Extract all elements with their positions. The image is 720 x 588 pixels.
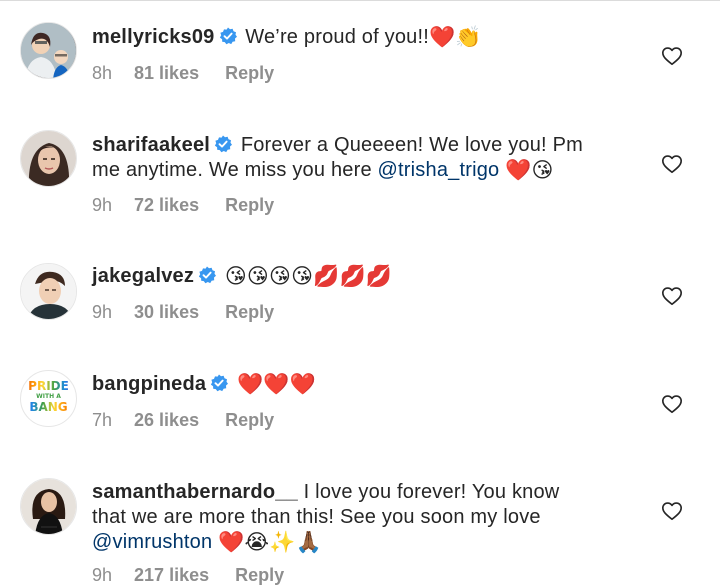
comment-likes[interactable]: 26 likes bbox=[134, 410, 199, 431]
top-divider bbox=[0, 0, 720, 5]
mention-link[interactable]: @vimrushton bbox=[92, 531, 212, 553]
comment-likes[interactable]: 81 likes bbox=[134, 63, 199, 84]
comment-meta: 8h 81 likes Reply bbox=[92, 63, 274, 84]
like-heart-icon[interactable] bbox=[661, 393, 683, 415]
like-heart-icon[interactable] bbox=[661, 45, 683, 67]
emoji-group: ❤️❤️❤️ bbox=[237, 373, 317, 396]
avatar[interactable] bbox=[20, 130, 77, 187]
comment-meta: 9h 30 likes Reply bbox=[92, 302, 274, 323]
verified-badge-icon bbox=[214, 135, 233, 153]
reply-button[interactable]: Reply bbox=[225, 302, 274, 323]
logo-text: PRIDE bbox=[21, 380, 76, 392]
emoji-group: ❤️😭✨🙏🏾 bbox=[218, 531, 322, 554]
comment-time: 9h bbox=[92, 565, 113, 585]
emoji-group: ❤️👏 bbox=[429, 26, 482, 49]
emoji-group: 😘😘😘😘💋💋💋 bbox=[224, 265, 393, 288]
comment-username[interactable]: jakegalvez bbox=[92, 265, 194, 287]
comment-meta: 7h 26 likes Reply bbox=[92, 410, 274, 431]
comment-username[interactable]: mellyricks09 bbox=[92, 26, 215, 48]
comment-text: I love you forever! You know bbox=[303, 481, 560, 503]
comment-body: jakegalvez 😘😘😘😘💋💋💋 bbox=[92, 264, 632, 289]
comment-likes[interactable]: 30 likes bbox=[134, 302, 199, 323]
comment-username[interactable]: sharifaakeel bbox=[92, 134, 210, 156]
verified-badge-icon bbox=[210, 374, 229, 392]
comment-time: 9h bbox=[92, 302, 113, 322]
mention-link[interactable]: @trisha_trigo bbox=[378, 159, 500, 181]
comment-username[interactable]: samanthabernardo__ bbox=[92, 481, 298, 503]
like-heart-icon[interactable] bbox=[661, 285, 683, 307]
avatar[interactable] bbox=[20, 478, 77, 535]
like-heart-icon[interactable] bbox=[661, 153, 683, 175]
avatar-photo-icon bbox=[21, 479, 76, 534]
avatar[interactable] bbox=[20, 22, 77, 79]
reply-button[interactable]: Reply bbox=[225, 410, 274, 431]
comment-meta: 9h 217 likes Reply bbox=[92, 565, 284, 586]
verified-badge-icon bbox=[198, 266, 217, 284]
comment-username[interactable]: bangpineda bbox=[92, 373, 206, 395]
comment-text: that we are more than this! See you soon… bbox=[92, 506, 541, 528]
avatar-photo-icon bbox=[21, 23, 76, 78]
comment-body: sharifaakeel Forever a Queeeen! We love … bbox=[92, 133, 632, 183]
avatar[interactable] bbox=[20, 263, 77, 320]
comment-text: Forever a Queeeen! We love you! Pm bbox=[240, 134, 583, 156]
comment-body: mellyricks09 We’re proud of you!!❤️👏 bbox=[92, 25, 632, 50]
comment-body: bangpineda ❤️❤️❤️ bbox=[92, 372, 632, 397]
comment-meta: 9h 72 likes Reply bbox=[92, 195, 274, 216]
avatar[interactable]: PRIDE WITH A BANG bbox=[20, 370, 77, 427]
like-heart-icon[interactable] bbox=[661, 500, 683, 522]
comment-likes[interactable]: 217 likes bbox=[134, 565, 209, 586]
emoji-group: ❤️😘 bbox=[505, 159, 554, 182]
logo-text: BANG bbox=[21, 401, 76, 413]
reply-button[interactable]: Reply bbox=[225, 63, 274, 84]
comment-likes[interactable]: 72 likes bbox=[134, 195, 199, 216]
reply-button[interactable]: Reply bbox=[225, 195, 274, 216]
avatar-photo-icon bbox=[21, 131, 76, 186]
comment-time: 9h bbox=[92, 195, 113, 215]
comment-time: 7h bbox=[92, 410, 113, 430]
comment-text: me anytime. We miss you here bbox=[92, 159, 378, 181]
comment-body: samanthabernardo__ I love you forever! Y… bbox=[92, 480, 632, 555]
reply-button[interactable]: Reply bbox=[235, 565, 284, 586]
comment-time: 8h bbox=[92, 63, 113, 83]
verified-badge-icon bbox=[219, 27, 237, 45]
comment-text: We’re proud of you!! bbox=[245, 26, 429, 48]
avatar-photo-icon bbox=[21, 264, 76, 319]
pride-logo: PRIDE WITH A BANG bbox=[21, 371, 76, 426]
